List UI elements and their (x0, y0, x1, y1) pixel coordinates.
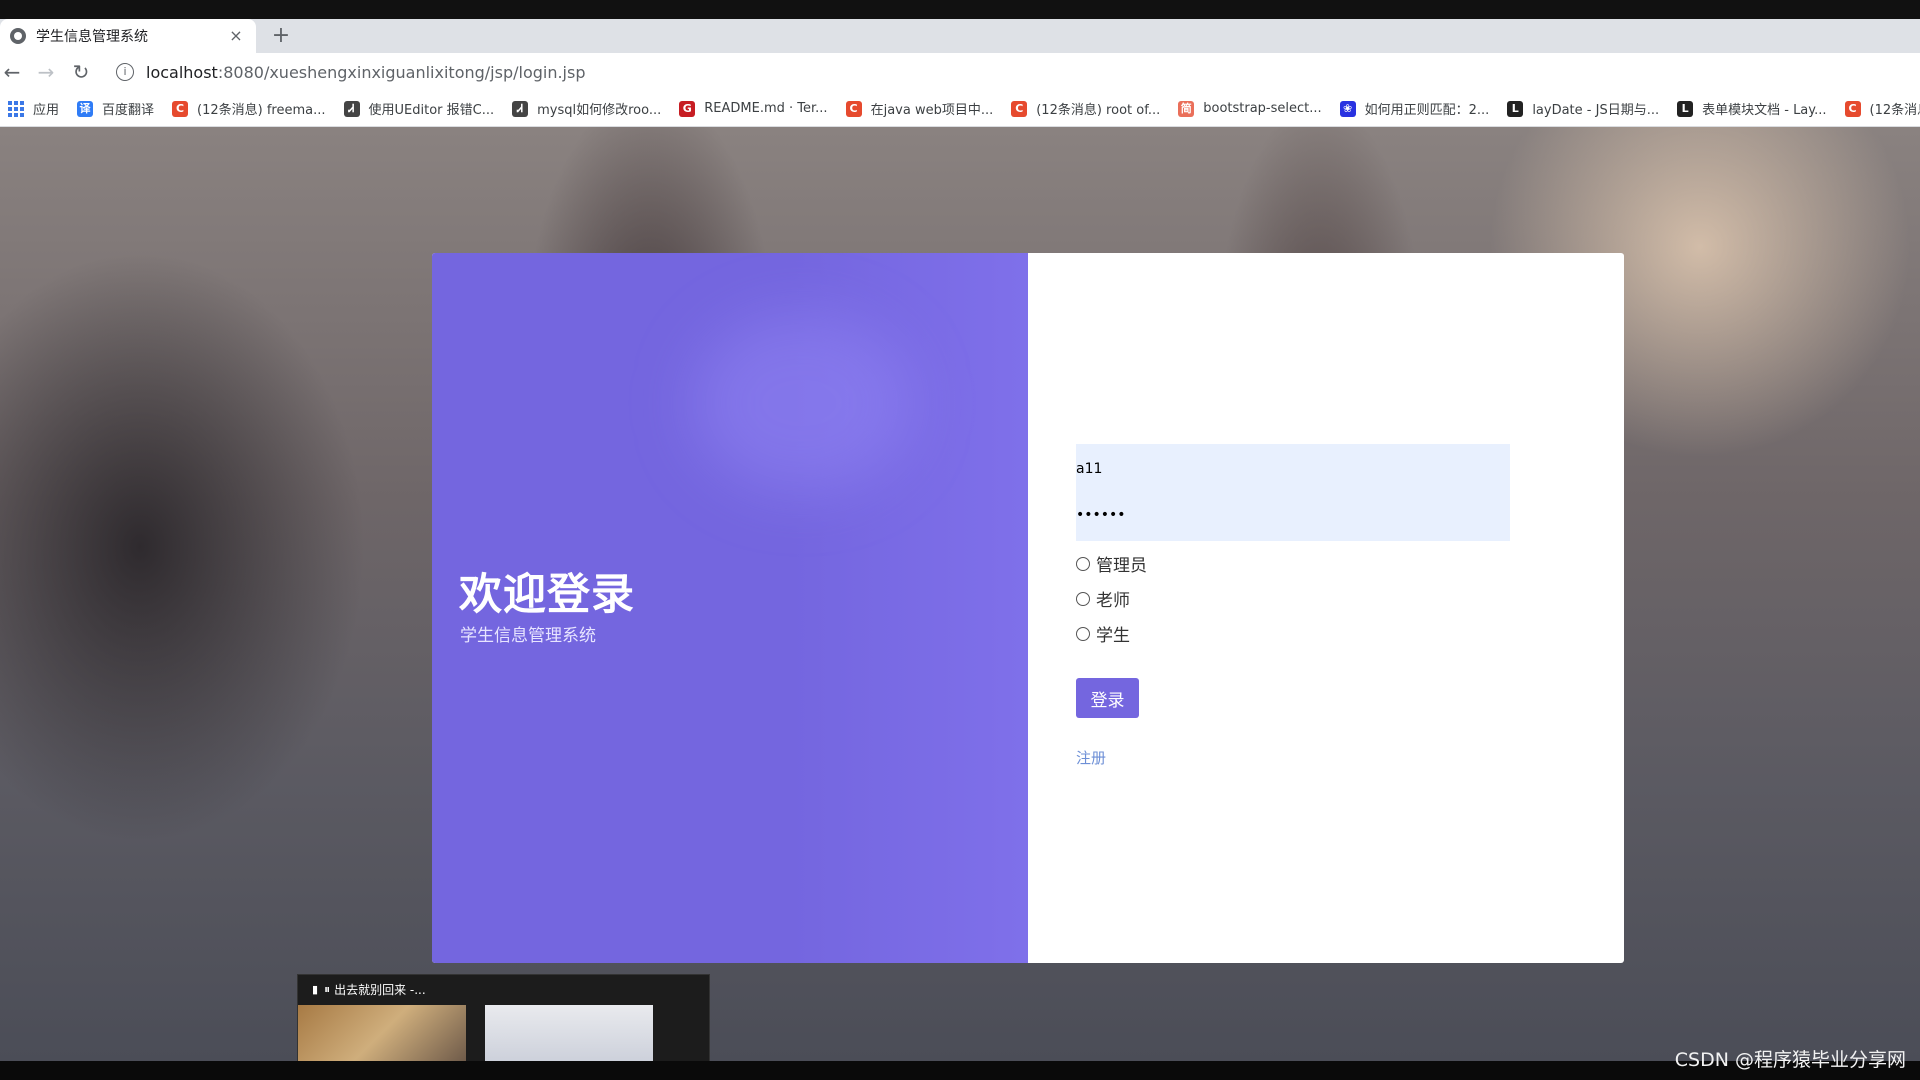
mysql-icon: Ꮧ (512, 100, 529, 117)
bookmark-item[interactable]: C (12条消息 (1844, 99, 1920, 118)
username-input[interactable] (1076, 458, 1496, 480)
bookmark-item[interactable]: Ꮧ 使用UEditor 报错C... (343, 99, 495, 118)
login-card: 欢迎登录 学生信息管理系统 管理员 老师 学生 登录 注册 (432, 253, 1624, 963)
window-thumbnail[interactable] (485, 1005, 653, 1061)
register-link[interactable]: 注册 (1076, 747, 1106, 768)
bookmark-label: (12条消息) freema... (197, 103, 326, 118)
bookmark-label: 在java web项目中... (870, 103, 994, 118)
csdn-icon: C (1011, 100, 1028, 117)
bookmark-item[interactable]: C (12条消息) freema... (172, 99, 326, 118)
bookmark-item[interactable]: ❀ 如何用正则匹配：2... (1339, 99, 1490, 118)
pause-icon: ⏸ (324, 982, 331, 996)
baidu-icon: ❀ (1339, 100, 1356, 117)
window-top-bar (0, 0, 1920, 19)
layui-icon: L (1677, 100, 1694, 117)
layui-icon: L (1507, 100, 1524, 117)
welcome-panel: 欢迎登录 学生信息管理系统 (432, 253, 1028, 963)
tab-title: 学生信息管理系统 (36, 29, 148, 45)
address-bar[interactable]: i localhost:8080/xueshengxinxiguanlixito… (108, 57, 1908, 87)
bookmarks-bar: 应用 译百度翻译 C (12条消息) freema... Ꮧ 使用UEditor 报错C.… (0, 91, 1920, 127)
radio-icon[interactable] (1076, 591, 1090, 606)
password-input[interactable] (1076, 504, 1496, 526)
new-tab-button[interactable]: + (270, 25, 292, 47)
back-button[interactable]: ← (1, 61, 23, 83)
csdn-icon: C (1844, 100, 1861, 117)
bookmark-item[interactable]: L 表单模块文档 - Lay... (1677, 99, 1827, 118)
bookmark-item[interactable]: 简 bootstrap-select... (1178, 100, 1322, 117)
bookmark-label: (12条消息) root of... (1036, 103, 1161, 118)
radio-icon[interactable] (1076, 626, 1090, 641)
gitee-icon: G (679, 100, 696, 117)
ueditor-icon: Ꮧ (343, 100, 360, 117)
bookmark-label: bootstrap-select... (1203, 101, 1322, 116)
bookmark-label: mysql如何修改roo... (537, 103, 662, 118)
close-tab-icon[interactable]: × (226, 26, 246, 46)
preview-title: ▮ ⏸ 出去就别回来 -... (312, 981, 426, 998)
page-background: 欢迎登录 学生信息管理系统 管理员 老师 学生 登录 注册 (0, 127, 1920, 1061)
role-option-student[interactable]: 学生 (1076, 621, 1130, 646)
bookmark-item[interactable]: LlayDate - JS日期与... (1507, 99, 1659, 118)
globe-icon (10, 28, 26, 44)
url-text[interactable]: localhost:8080/xueshengxinxiguanlixitong… (146, 63, 586, 82)
bookmark-item[interactable]: 译百度翻译 (77, 99, 154, 118)
taskbar-preview-popup[interactable]: ▮ ⏸ 出去就别回来 -... (297, 974, 710, 1062)
media-title: 出去就别回来 -... (334, 983, 426, 997)
info-icon[interactable]: i (116, 63, 134, 81)
bookmark-label: 使用UEditor 报错C... (368, 103, 495, 118)
tab-active[interactable]: 学生信息管理系统 × (0, 19, 256, 53)
welcome-subtitle: 学生信息管理系统 (460, 626, 596, 646)
role-option-admin[interactable]: 管理员 (1076, 551, 1147, 576)
csdn-icon: C (172, 100, 189, 117)
role-option-teacher[interactable]: 老师 (1076, 586, 1130, 611)
bookmark-item[interactable]: C 在java web项目中... (845, 99, 994, 118)
window-thumbnail[interactable] (298, 1005, 466, 1061)
bookmark-label: 百度翻译 (102, 103, 155, 118)
credentials-box (1076, 444, 1510, 541)
tab-strip: 学生信息管理系统 × + (0, 19, 1920, 53)
bookmark-item[interactable]: 应用 (8, 99, 59, 118)
reload-button[interactable]: ↻ (70, 61, 92, 83)
jianshu-icon: 简 (1178, 100, 1195, 117)
login-form: 管理员 老师 学生 登录 注册 (1072, 253, 1592, 963)
role-label: 老师 (1096, 591, 1130, 611)
welcome-title: 欢迎登录 (459, 570, 635, 620)
window-bottom-bar (0, 1061, 1920, 1080)
bookmark-label: README.md · Ter... (704, 101, 828, 116)
watermark: CSDN @程序猿毕业分享网 (1674, 1049, 1906, 1071)
baidu-translate-icon: 译 (77, 100, 94, 117)
bookmark-label: 如何用正则匹配：2... (1364, 103, 1490, 118)
forward-button[interactable]: → (35, 61, 57, 83)
bookmark-label: 表单模块文档 - Lay... (1702, 103, 1827, 118)
role-label: 管理员 (1096, 556, 1147, 576)
bookmark-item[interactable]: G README.md · Ter... (679, 100, 828, 117)
bookmark-label: layDate - JS日期与... (1532, 103, 1660, 118)
radio-icon[interactable] (1076, 556, 1090, 571)
role-label: 学生 (1096, 626, 1130, 646)
bookmark-label: 应用 (33, 103, 60, 118)
browser-toolbar: ← → ↻ i localhost:8080/xueshengxinxiguan… (0, 53, 1920, 91)
apps-icon (8, 100, 24, 117)
login-button[interactable]: 登录 (1076, 678, 1139, 718)
bookmark-label: (12条消息 (1869, 103, 1920, 118)
bookmark-item[interactable]: Ꮧmysql如何修改roo... (512, 99, 661, 118)
csdn-icon: C (845, 100, 862, 117)
media-icon: ▮ (312, 983, 319, 996)
bookmark-item[interactable]: C (12条消息) root of... (1011, 99, 1160, 118)
